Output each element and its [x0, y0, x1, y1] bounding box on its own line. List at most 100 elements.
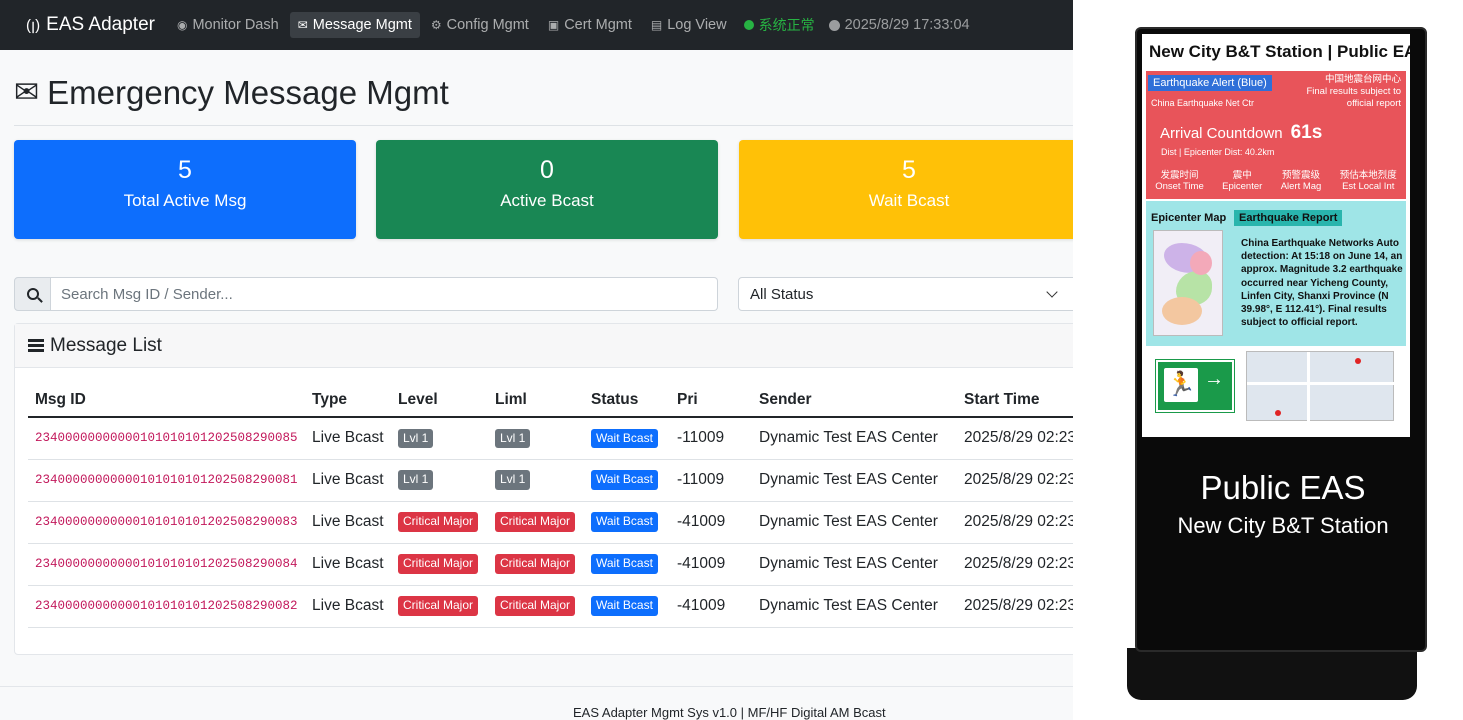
msg-id-link[interactable]: 23400000000000101010101202508290085: [28, 417, 305, 460]
msg-start-time: 2025/8/29 02:23: [957, 501, 1073, 544]
table-row[interactable]: 23400000000000101010101202508290083 Live …: [28, 501, 1073, 544]
col-pri[interactable]: Pri: [670, 384, 752, 418]
metric-cn: 发震时间: [1160, 170, 1199, 181]
stat-total-active: 5 Total Active Msg: [14, 140, 356, 239]
kiosk-display: New City B&T Station | Public EAS Earthq…: [1135, 27, 1427, 652]
file-icon: ▤: [650, 18, 663, 32]
system-status-text: 系统正常: [758, 17, 815, 33]
col-start-time[interactable]: Start Time: [957, 384, 1073, 418]
clock-icon: [828, 19, 840, 31]
location-map-image: [1246, 351, 1395, 422]
brand[interactable]: (ꞁ) EAS Adapter: [26, 14, 155, 36]
kiosk-big-title: Public EAS: [1200, 469, 1366, 506]
msg-id-link[interactable]: 23400000000000101010101202508290082: [28, 585, 305, 628]
page: (ꞁ) EAS Adapter ◉ Monitor Dash ✉ Message…: [0, 0, 1463, 720]
metric-local-int: 预估本地烈度 Est Local Int: [1340, 167, 1397, 192]
msg-type: Live Bcast: [305, 417, 391, 460]
col-liml[interactable]: Liml: [488, 384, 584, 418]
table-row[interactable]: 23400000000000101010101202508290081 Live …: [28, 459, 1073, 502]
col-status[interactable]: Status: [584, 384, 670, 418]
nav-monitor-dash[interactable]: ◉ Monitor Dash: [169, 12, 287, 38]
msg-start-time: 2025/8/29 02:23: [957, 417, 1073, 460]
search-input[interactable]: [51, 277, 718, 311]
countdown-label: Arrival Countdown: [1160, 125, 1283, 142]
kiosk-screen-title: New City B&T Station | Public EAS: [1149, 41, 1410, 61]
message-table-body: 23400000000000101010101202508290085 Live …: [28, 417, 1073, 628]
metric-en: Epicenter: [1222, 181, 1263, 192]
msg-id-link[interactable]: 23400000000000101010101202508290084: [28, 543, 305, 586]
msg-level-cell: Lvl 1: [391, 459, 488, 502]
msg-liml-cell: Lvl 1: [488, 417, 584, 460]
msg-liml-cell: Critical Major: [488, 543, 584, 586]
table-header-row: Msg ID Type Level Liml Status Pri Sender…: [28, 384, 1073, 418]
arrival-countdown: Arrival Countdown 61s: [1160, 122, 1322, 144]
message-list-header: Message List: [15, 324, 1073, 368]
countdown-value: 61s: [1290, 122, 1323, 143]
msg-status-cell: Wait Bcast: [584, 459, 670, 502]
msg-sender: Dynamic Test EAS Center: [752, 543, 957, 586]
msg-id-link[interactable]: 23400000000000101010101202508290081: [28, 459, 305, 502]
col-type[interactable]: Type: [305, 384, 391, 418]
system-status: 系统正常: [743, 15, 815, 35]
gear-icon: ⚙: [430, 18, 442, 32]
nav-message-mgmt[interactable]: ✉ Message Mgmt: [289, 12, 420, 38]
msg-id-link[interactable]: 23400000000000101010101202508290083: [28, 501, 305, 544]
message-table: Msg ID Type Level Liml Status Pri Sender…: [28, 384, 1073, 628]
metric-en: Est Local Int: [1342, 181, 1395, 192]
arrow-right-icon: →: [1204, 368, 1224, 390]
msg-pri: -41009: [670, 501, 752, 544]
alert-note: 中国地震台网中心 Final results subject to offici…: [1291, 74, 1401, 110]
col-sender[interactable]: Sender: [752, 384, 957, 418]
level-badge: Lvl 1: [398, 470, 434, 490]
message-list-title: Message List: [50, 334, 162, 356]
footer-text: EAS Adapter Mgmt Sys v1.0 | MF/HF Digita…: [573, 705, 886, 720]
msg-level-cell: Critical Major: [391, 585, 488, 628]
list-icon: [28, 339, 44, 352]
msg-status-cell: Wait Bcast: [584, 417, 670, 460]
msg-liml-cell: Critical Major: [488, 585, 584, 628]
envelope-icon: ✉: [14, 76, 40, 109]
kiosk-base: [1127, 648, 1417, 700]
nav-config-mgmt[interactable]: ⚙ Config Mgmt: [423, 12, 537, 38]
status-badge: Wait Bcast: [591, 512, 658, 532]
epicenter-map-image: [1153, 230, 1223, 336]
col-msg-id[interactable]: Msg ID: [28, 384, 305, 418]
status-badge: Wait Bcast: [591, 470, 658, 490]
metric-en: Onset Time: [1155, 181, 1204, 192]
epicenter-map-label: Epicenter Map: [1151, 212, 1227, 224]
chevron-down-icon: [1046, 286, 1058, 298]
metric-onset-time: 发震时间 Onset Time: [1155, 167, 1204, 192]
page-title-text: Emergency Message Mgmt: [47, 74, 449, 111]
msg-sender: Dynamic Test EAS Center: [752, 501, 957, 544]
msg-sender: Dynamic Test EAS Center: [752, 417, 957, 460]
nav-label: Config Mgmt: [446, 17, 529, 33]
msg-liml-cell: Lvl 1: [488, 459, 584, 502]
msg-level-cell: Lvl 1: [391, 417, 488, 460]
nav-cert-mgmt[interactable]: ▣ Cert Mgmt: [540, 12, 640, 38]
nav-label: Monitor Dash: [192, 17, 279, 33]
stat-label: Total Active Msg: [123, 191, 247, 210]
broadcast-tower-icon: (ꞁ): [26, 17, 41, 34]
msg-sender: Dynamic Test EAS Center: [752, 459, 957, 502]
stat-label: Active Bcast: [500, 191, 594, 210]
alert-source: China Earthquake Net Ctr: [1151, 98, 1255, 108]
col-level[interactable]: Level: [391, 384, 488, 418]
msg-type: Live Bcast: [305, 543, 391, 586]
table-row[interactable]: 23400000000000101010101202508290082 Live …: [28, 585, 1073, 628]
report-tag: Earthquake Report: [1234, 210, 1343, 226]
table-row[interactable]: 23400000000000101010101202508290084 Live …: [28, 543, 1073, 586]
search-button[interactable]: [14, 277, 51, 311]
msg-status-cell: Wait Bcast: [584, 543, 670, 586]
metric-cn: 震中: [1232, 170, 1252, 181]
msg-type: Live Bcast: [305, 585, 391, 628]
footer: EAS Adapter Mgmt Sys v1.0 | MF/HF Digita…: [0, 686, 1073, 720]
nav-log-view[interactable]: ▤ Log View: [643, 12, 735, 38]
status-filter-value: All Status: [750, 285, 814, 303]
msg-pri: -11009: [670, 459, 752, 502]
table-row[interactable]: 23400000000000101010101202508290085 Live …: [28, 417, 1073, 460]
status-filter-select[interactable]: All Status: [738, 277, 1073, 311]
map-pin-icon: [1355, 358, 1361, 364]
msg-start-time: 2025/8/29 02:23: [957, 585, 1073, 628]
msg-start-time: 2025/8/29 02:23: [957, 543, 1073, 586]
nav-label: Message Mgmt: [312, 17, 412, 33]
